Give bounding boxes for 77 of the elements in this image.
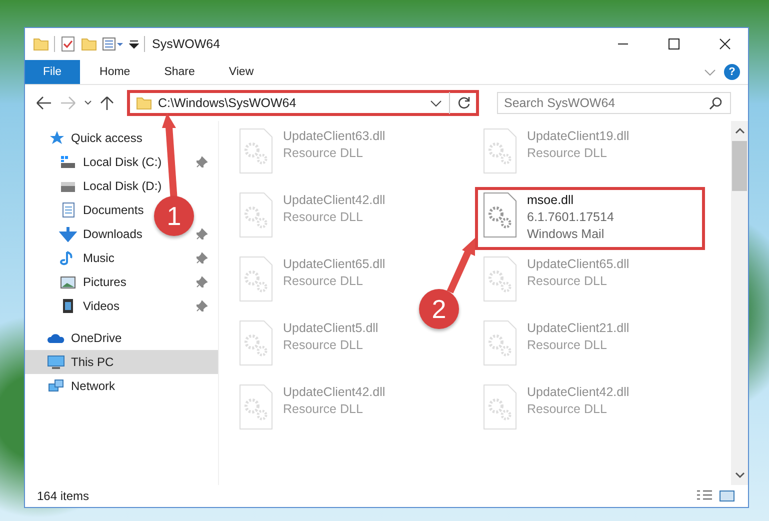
picture-icon [59, 274, 77, 290]
gear-file-icon [238, 320, 274, 366]
gear-file-icon [482, 128, 518, 174]
address-bar[interactable]: C:\Windows\SysWOW64 [127, 90, 479, 116]
gear-file-icon [482, 256, 518, 302]
file-name: UpdateClient65.dll [283, 256, 386, 273]
sidebar-item[interactable]: Music [25, 246, 114, 270]
file-name: UpdateClient65.dll [527, 256, 630, 273]
gear-file-icon [482, 192, 518, 238]
pin-icon[interactable] [196, 228, 208, 240]
file-detail: 6.1.7601.17514 [527, 209, 614, 226]
checkmark-icon[interactable] [60, 36, 76, 52]
chevron-down-icon[interactable] [734, 471, 744, 479]
drive-icon [59, 154, 77, 170]
sidebar-item[interactable]: Network [25, 374, 116, 398]
large-icons-view-icon[interactable] [718, 489, 736, 503]
file-name: UpdateClient42.dll [283, 192, 386, 209]
gear-file-icon [238, 128, 274, 174]
file-detail: Resource DLL [283, 401, 364, 418]
ribbon-tab[interactable]: Share [150, 60, 209, 84]
gear-file-icon [238, 256, 274, 302]
sidebar-item[interactable]: Pictures [25, 270, 126, 294]
sidebar-item[interactable]: Local Disk (D:) [25, 174, 162, 198]
file-detail: Resource DLL [283, 337, 364, 354]
up-arrow-icon[interactable] [99, 95, 115, 111]
sidebar-item[interactable]: Quick access [25, 126, 142, 150]
list-icon[interactable] [102, 36, 124, 52]
gear-file-icon [238, 384, 274, 430]
pin-icon[interactable] [196, 276, 208, 288]
scrollbar[interactable] [731, 121, 748, 485]
ribbon-tab[interactable]: Home [86, 60, 144, 84]
address-path: C:\Windows\SysWOW64 [158, 96, 298, 110]
sidebar-item[interactable]: This PC [25, 350, 218, 374]
download-arrow-icon [59, 226, 77, 242]
file-detail: Resource DLL [283, 209, 364, 226]
ribbon-tab[interactable]: View [214, 60, 268, 84]
pin-icon[interactable] [196, 156, 208, 168]
search-field[interactable]: Search SysWOW64 [497, 92, 731, 114]
sidebar-item[interactable]: Downloads [25, 222, 142, 246]
network-icon [47, 378, 65, 394]
scrollbar-thumb[interactable] [732, 141, 747, 191]
file-name: msoe.dll [527, 192, 575, 209]
search-icon [709, 96, 723, 110]
sidebar-item[interactable]: Documents [25, 198, 144, 222]
file-detail: Resource DLL [527, 273, 608, 290]
file-detail: Resource DLL [283, 273, 364, 290]
file-name: UpdateClient21.dll [527, 320, 630, 337]
file-name: UpdateClient63.dll [283, 128, 386, 145]
window-title: SysWOW64 [152, 37, 220, 51]
sidebar-item[interactable]: Videos [25, 294, 120, 318]
refresh-icon[interactable] [456, 95, 472, 111]
file-detail: Resource DLL [527, 337, 608, 354]
gear-file-icon [482, 320, 518, 366]
folder-icon [33, 36, 49, 52]
sidebar-item[interactable]: Local Disk (C:) [25, 150, 162, 174]
file-name: UpdateClient5.dll [283, 320, 378, 337]
file-detail: Resource DLL [283, 145, 364, 162]
file-detail: Windows Mail [527, 226, 606, 243]
monitor-icon [47, 354, 65, 370]
pin-icon[interactable] [196, 252, 208, 264]
gear-file-icon [238, 192, 274, 238]
file-item[interactable]: msoe.dll 6.1.7601.17514 Windows Mail [475, 187, 705, 250]
arrow [446, 238, 475, 294]
chevron-up-icon[interactable] [734, 127, 744, 135]
help-button[interactable]: ? [724, 64, 740, 80]
file-name: UpdateClient42.dll [283, 384, 386, 401]
file-detail: Resource DLL [527, 145, 608, 162]
gear-file-icon [482, 384, 518, 430]
ribbon-tab[interactable]: File [25, 60, 80, 84]
file-name: UpdateClient42.dll [527, 384, 630, 401]
pin-icon[interactable] [196, 300, 208, 312]
file-name: UpdateClient19.dll [527, 128, 630, 145]
sidebar-item[interactable]: OneDrive [25, 326, 122, 350]
file-detail: Resource DLL [527, 401, 608, 418]
back-arrow-icon[interactable] [35, 95, 53, 111]
folder-icon [136, 95, 152, 111]
item-count: 164 items [37, 489, 90, 503]
